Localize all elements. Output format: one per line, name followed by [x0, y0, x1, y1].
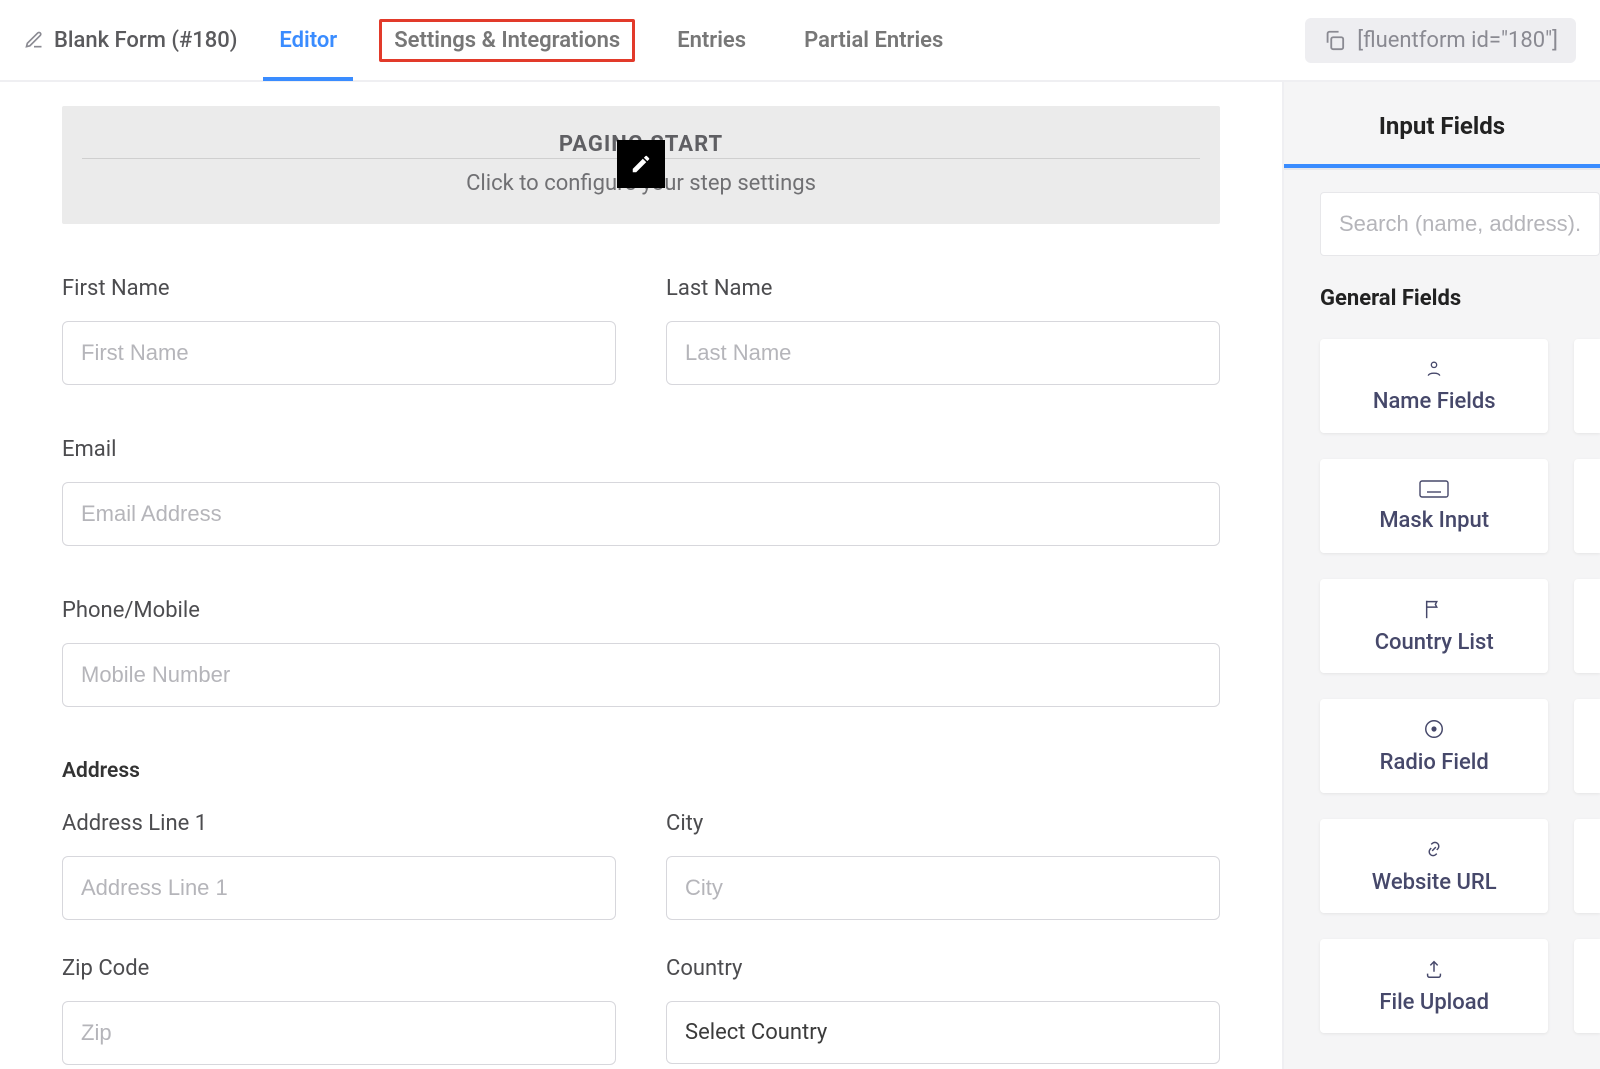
- form-title-text: Blank Form (#180): [54, 28, 237, 53]
- field-card-country-list[interactable]: Country List: [1320, 579, 1548, 673]
- pencil-icon: [24, 30, 44, 50]
- shortcode-pill[interactable]: [fluentform id="180"]: [1305, 18, 1576, 63]
- phone-input[interactable]: [62, 643, 1220, 707]
- field-card-peek[interactable]: [1574, 699, 1600, 793]
- email-label: Email: [62, 437, 1220, 462]
- field-card-peek[interactable]: [1574, 819, 1600, 913]
- country-selected: Select Country: [685, 1020, 827, 1045]
- upload-icon: [1423, 958, 1445, 980]
- last-name-label: Last Name: [666, 276, 1220, 301]
- field-card-mask-input[interactable]: Mask Input: [1320, 459, 1548, 553]
- address-section-label: Address: [62, 759, 1220, 783]
- field-card-peek[interactable]: [1574, 579, 1600, 673]
- city-input[interactable]: [666, 856, 1220, 920]
- field-card-peek[interactable]: [1574, 939, 1600, 1033]
- field-card-name-fields[interactable]: Name Fields: [1320, 339, 1548, 433]
- pencil-icon: [630, 153, 652, 175]
- country-select[interactable]: Select Country: [666, 1001, 1220, 1064]
- last-name-input[interactable]: [666, 321, 1220, 385]
- form-canvas: PAGING START Click to configure your ste…: [0, 82, 1284, 1069]
- field-card-file-upload[interactable]: File Upload: [1320, 939, 1548, 1033]
- form-title: Blank Form (#180): [24, 28, 237, 53]
- paging-start-block[interactable]: PAGING START Click to configure your ste…: [62, 106, 1220, 224]
- tab-partial-entries[interactable]: Partial Entries: [788, 0, 959, 81]
- zip-input[interactable]: [62, 1001, 616, 1065]
- card-label: File Upload: [1379, 990, 1489, 1015]
- shortcode-text: [fluentform id="180"]: [1357, 28, 1558, 53]
- field-card-radio-field[interactable]: Radio Field: [1320, 699, 1548, 793]
- card-label: Website URL: [1372, 870, 1497, 895]
- keyboard-icon: [1419, 480, 1449, 498]
- field-card-peek[interactable]: [1574, 339, 1600, 433]
- tab-editor[interactable]: Editor: [263, 0, 353, 81]
- copy-icon: [1323, 29, 1345, 51]
- card-label: Country List: [1375, 630, 1494, 655]
- first-name-label: First Name: [62, 276, 616, 301]
- tab-entries[interactable]: Entries: [661, 0, 762, 81]
- first-name-input[interactable]: [62, 321, 616, 385]
- field-card-peek[interactable]: [1574, 459, 1600, 553]
- flag-icon: [1423, 598, 1445, 620]
- country-label: Country: [666, 956, 1220, 981]
- field-card-website-url[interactable]: Website URL: [1320, 819, 1548, 913]
- card-label: Name Fields: [1373, 389, 1496, 414]
- address1-input[interactable]: [62, 856, 616, 920]
- edit-step-button[interactable]: [617, 140, 665, 188]
- address1-label: Address Line 1: [62, 811, 616, 836]
- phone-label: Phone/Mobile: [62, 598, 1220, 623]
- general-fields-heading: General Fields: [1284, 278, 1600, 339]
- sidebar-tab-input-fields[interactable]: Input Fields: [1284, 82, 1600, 168]
- card-label: Mask Input: [1379, 508, 1489, 533]
- city-label: City: [666, 811, 1220, 836]
- card-label: Radio Field: [1380, 750, 1489, 775]
- top-bar: Blank Form (#180) Editor Settings & Inte…: [0, 0, 1600, 82]
- radio-icon: [1423, 718, 1445, 740]
- fields-search-input[interactable]: [1320, 192, 1600, 256]
- fields-sidebar: Input Fields General Fields Name Fields: [1284, 82, 1600, 1069]
- tab-settings-integrations[interactable]: Settings & Integrations: [379, 19, 635, 62]
- zip-label: Zip Code: [62, 956, 616, 981]
- person-icon: [1421, 359, 1447, 379]
- email-input[interactable]: [62, 482, 1220, 546]
- link-icon: [1421, 838, 1447, 860]
